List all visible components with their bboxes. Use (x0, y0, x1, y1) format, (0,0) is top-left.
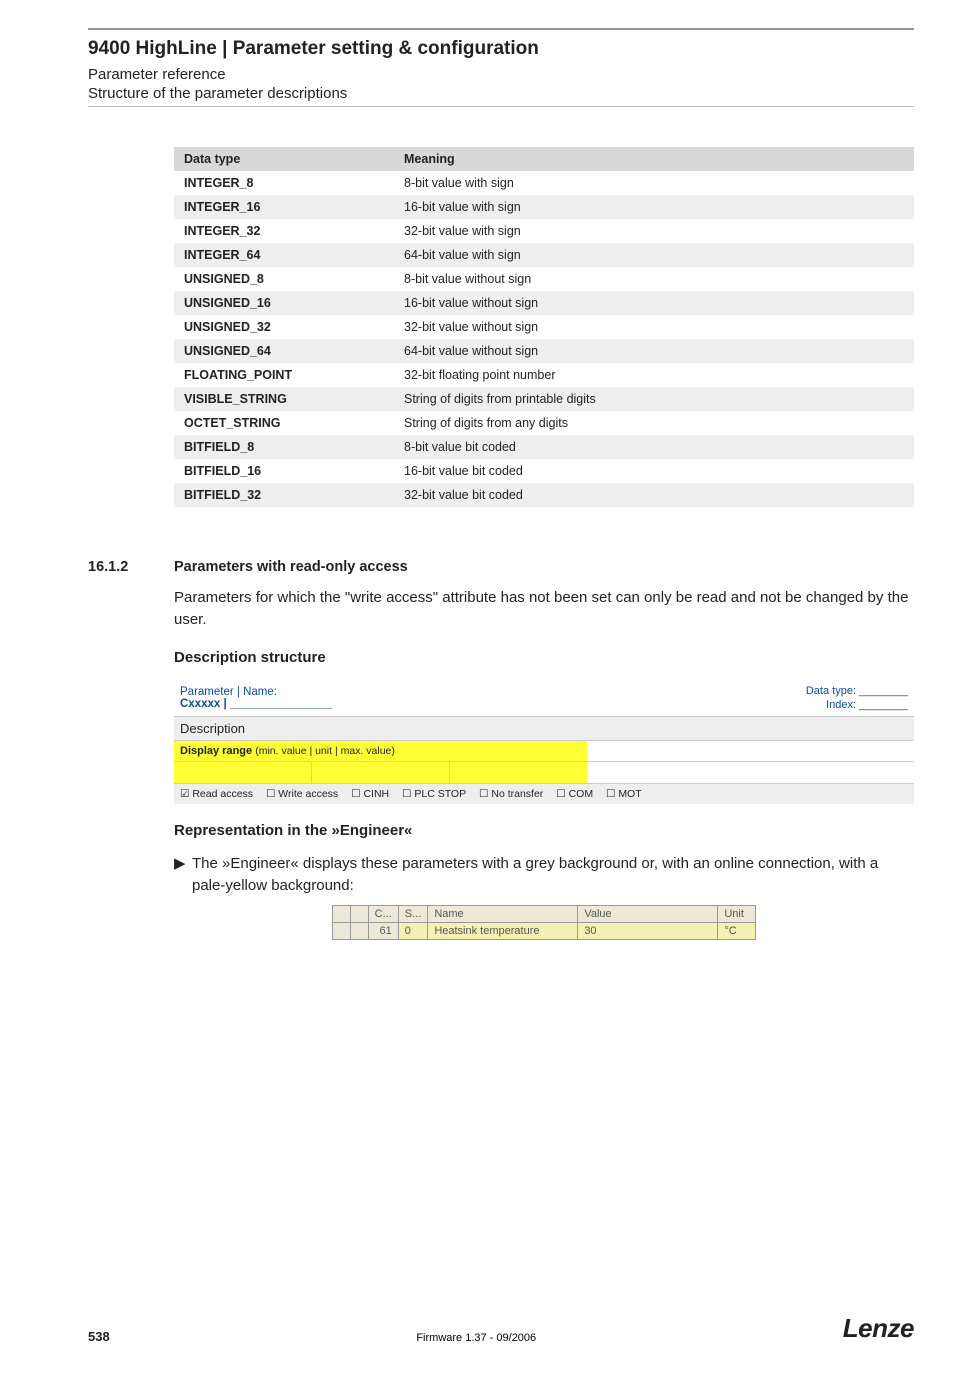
table-row: String of digits from printable digits (394, 387, 914, 411)
table-row: 64-bit value without sign (394, 339, 914, 363)
eng-row-value: 30 (578, 922, 718, 939)
attr-mot: ☐ MOT (606, 788, 642, 800)
eng-row-s: 0 (398, 922, 428, 939)
data-type-table: Data type Meaning INTEGER_88-bit value w… (174, 147, 914, 507)
engineer-heading: Representation in the »Engineer« (174, 822, 914, 839)
firmware-label: Firmware 1.37 - 09/2006 (416, 1332, 536, 1344)
param-name-code: Cxxxxx | ________________ (180, 698, 581, 710)
table-row: UNSIGNED_32 (174, 315, 394, 339)
eng-row-name: Heatsink temperature (428, 922, 578, 939)
table-row: 64-bit value with sign (394, 243, 914, 267)
section-number: 16.1.2 (88, 559, 174, 575)
index-label: Index: ________ (593, 698, 908, 712)
table-row: UNSIGNED_8 (174, 267, 394, 291)
data-type-label: Data type: ________ (593, 684, 908, 698)
display-range-small: (min. value | unit | max. value) (255, 745, 395, 757)
engineer-preview-table: C... S... Name Value Unit 61 0 Heatsink … (332, 905, 757, 940)
attribute-row: ☑ Read access ☐ Write access ☐ CINH ☐ PL… (174, 784, 914, 805)
triangle-bullet-icon: ▶ (174, 853, 192, 897)
th-data-type: Data type (174, 147, 394, 171)
eng-col-slash (350, 905, 368, 922)
lenze-logo: Lenze (843, 1313, 914, 1344)
table-row: BITFIELD_16 (174, 459, 394, 483)
attr-notransfer: ☐ No transfer (479, 788, 543, 800)
table-row: 16-bit value bit coded (394, 459, 914, 483)
page-number: 538 (88, 1329, 110, 1344)
th-meaning: Meaning (394, 147, 914, 171)
attr-cinh: ☐ CINH (351, 788, 389, 800)
header-sub1: Parameter reference (88, 66, 914, 83)
table-row: INTEGER_16 (174, 195, 394, 219)
table-row: 8-bit value without sign (394, 267, 914, 291)
eng-col-c: C... (368, 905, 398, 922)
eng-row-c: 61 (368, 922, 398, 939)
table-row: String of digits from any digits (394, 411, 914, 435)
description-row: Description (174, 717, 914, 741)
display-range-bold: Display range (180, 745, 255, 757)
table-row: FLOATING_POINT (174, 363, 394, 387)
eng-col-unit: Unit (718, 905, 756, 922)
page-title: 9400 HighLine | Parameter setting & conf… (88, 38, 914, 60)
table-row: 16-bit value with sign (394, 195, 914, 219)
table-row: OCTET_STRING (174, 411, 394, 435)
table-row: INTEGER_32 (174, 219, 394, 243)
attr-com: ☐ COM (556, 788, 593, 800)
table-row: BITFIELD_32 (174, 483, 394, 507)
desc-structure-heading: Description structure (174, 649, 914, 666)
table-row: 32-bit value bit coded (394, 483, 914, 507)
eng-col-blank1 (332, 905, 350, 922)
table-row: BITFIELD_8 (174, 435, 394, 459)
description-structure-table: Parameter | Name: Cxxxxx | _____________… (174, 680, 914, 805)
table-row: INTEGER_8 (174, 171, 394, 195)
param-name-label: Parameter | Name: (180, 686, 581, 698)
engineer-bullet-text: The »Engineer« displays these parameters… (192, 853, 914, 897)
section-paragraph: Parameters for which the "write access" … (174, 587, 914, 631)
eng-col-value: Value (578, 905, 718, 922)
table-row: 16-bit value without sign (394, 291, 914, 315)
eng-row-unit: °C (718, 922, 756, 939)
table-row: INTEGER_64 (174, 243, 394, 267)
table-row: 32-bit value with sign (394, 219, 914, 243)
table-row: 8-bit value bit coded (394, 435, 914, 459)
eng-col-s: S... (398, 905, 428, 922)
table-row: VISIBLE_STRING (174, 387, 394, 411)
eng-col-name: Name (428, 905, 578, 922)
attr-write: ☐ Write access (266, 788, 338, 800)
attr-plc: ☐ PLC STOP (402, 788, 466, 800)
table-row: 32-bit floating point number (394, 363, 914, 387)
section-title: Parameters with read-only access (174, 559, 408, 575)
table-row: UNSIGNED_64 (174, 339, 394, 363)
attr-read: ☑ Read access (180, 788, 253, 800)
table-row: 32-bit value without sign (394, 315, 914, 339)
header-sub2: Structure of the parameter descriptions (88, 85, 914, 102)
table-row: 8-bit value with sign (394, 171, 914, 195)
eng-row-slash (350, 922, 368, 939)
table-row: UNSIGNED_16 (174, 291, 394, 315)
